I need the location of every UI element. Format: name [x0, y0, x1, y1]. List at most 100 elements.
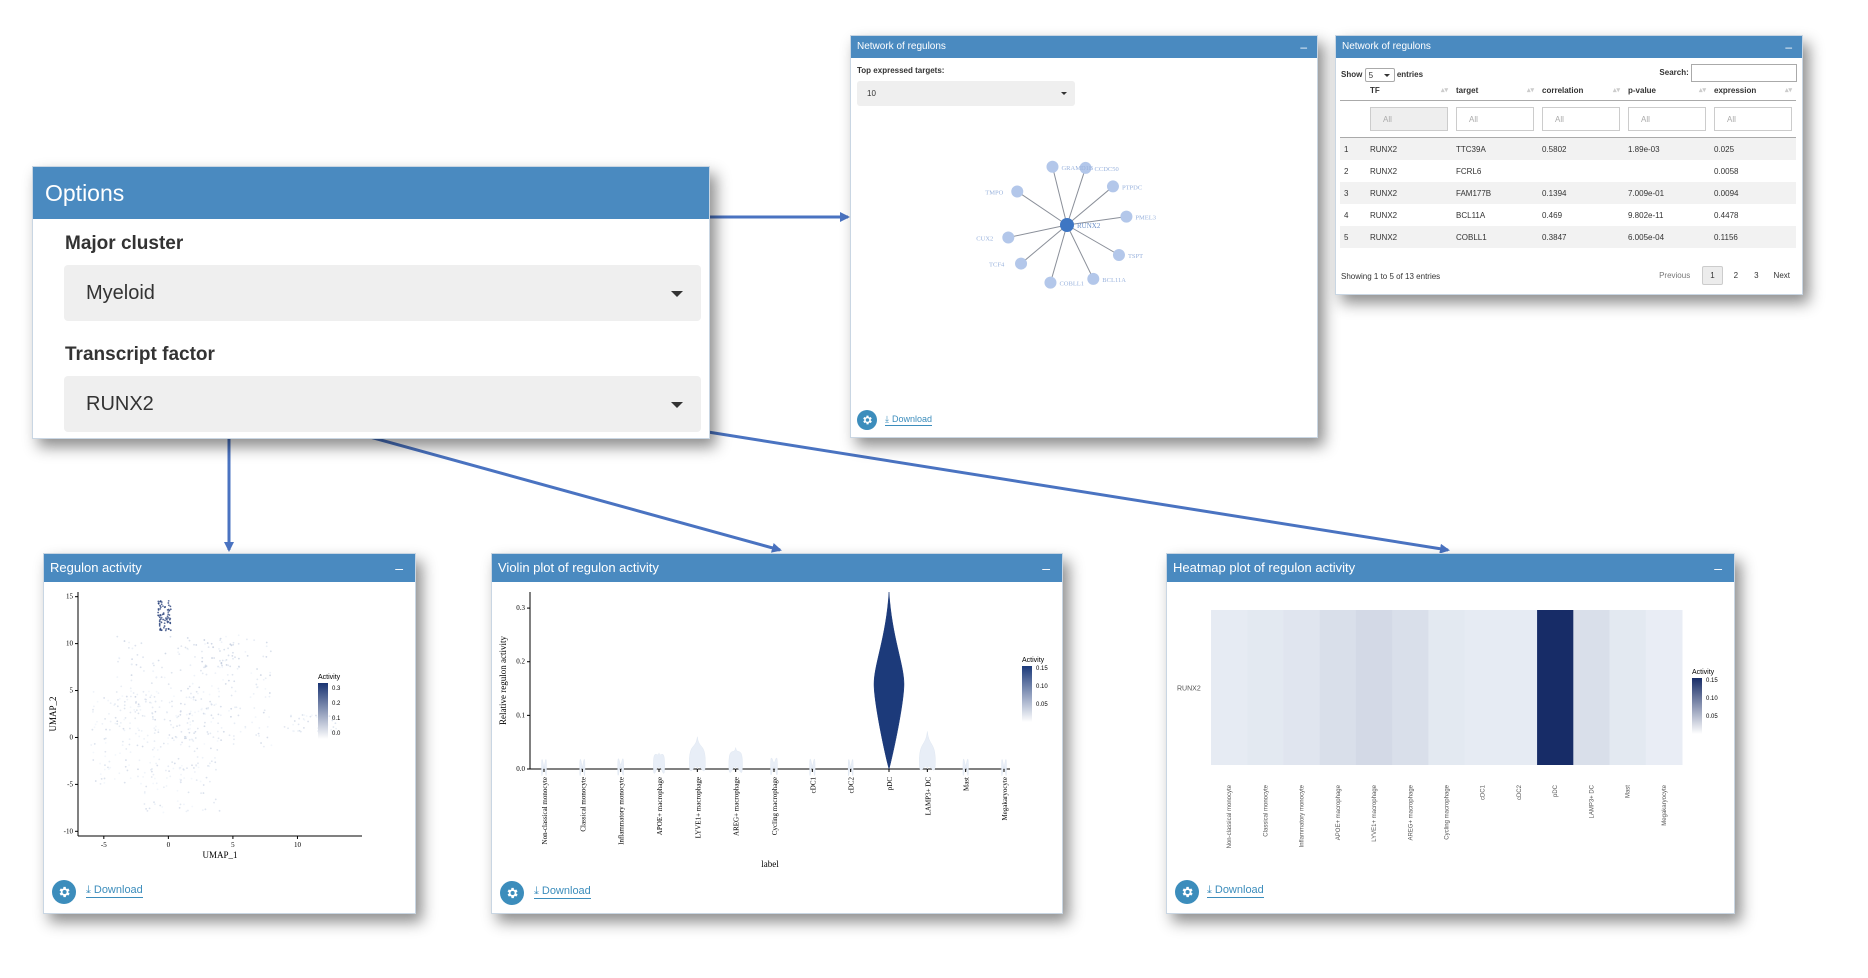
settings-button[interactable]	[500, 881, 524, 905]
settings-button[interactable]	[1175, 880, 1199, 904]
scatter-point	[201, 660, 204, 663]
page-button-2[interactable]: 2	[1729, 267, 1743, 284]
options-header: Options	[33, 167, 709, 219]
column-header-pvalue[interactable]: p-value ▴▾	[1624, 81, 1710, 101]
column-header-tf[interactable]: TF ▴▾	[1366, 81, 1452, 101]
filter-input-pvalue[interactable]: All	[1628, 107, 1706, 131]
major-cluster-label: Major cluster	[65, 233, 184, 254]
scatter-point	[129, 687, 132, 690]
next-button[interactable]: Next	[1770, 267, 1794, 284]
heatmap-cell	[1573, 610, 1611, 765]
scatter-point	[126, 769, 129, 772]
scatter-point	[164, 652, 167, 655]
y-tick-label: 0.1	[516, 711, 525, 719]
scatter-point	[145, 807, 148, 810]
scatter-point	[138, 735, 141, 738]
scatter-point	[212, 717, 215, 720]
scatter-point	[179, 710, 182, 712]
scatter-point	[215, 768, 217, 771]
collapse-button[interactable]: –	[1714, 554, 1722, 582]
scatter-point	[191, 714, 194, 717]
page-button-3[interactable]: 3	[1749, 267, 1763, 284]
scatter-point	[252, 692, 255, 695]
collapse-button[interactable]: –	[395, 554, 403, 582]
collapse-button[interactable]: –	[1785, 36, 1792, 58]
scatter-point	[183, 777, 186, 779]
table-row[interactable]: 2 RUNX2 FCRL6 0.0058	[1340, 160, 1796, 182]
heatmap-column-label: Cycling macrophage	[1445, 784, 1451, 839]
collapse-button[interactable]: –	[1300, 36, 1307, 58]
scatter-point	[123, 704, 126, 707]
scatter-point	[191, 682, 194, 685]
scatter-point	[201, 672, 204, 675]
scatter-point	[204, 721, 206, 724]
scatter-point	[141, 745, 144, 748]
filter-input-expression[interactable]: All	[1714, 107, 1792, 131]
page-button-1[interactable]: 1	[1702, 266, 1723, 285]
scatter-point	[154, 725, 157, 728]
scatter-point	[218, 809, 221, 812]
scatter-point	[264, 677, 267, 680]
table-row[interactable]: 5 RUNX2 COBLL1 0.3847 6.005e-04 0.1156	[1340, 226, 1796, 248]
scatter-point	[162, 626, 165, 629]
scatter-point	[129, 711, 132, 714]
scatter-point	[214, 757, 216, 759]
scatter-point	[130, 679, 133, 682]
scatter-point	[178, 724, 181, 727]
scatter-point	[262, 745, 265, 748]
download-button[interactable]: ⤓ Download	[86, 884, 143, 898]
scatter-point	[180, 764, 183, 767]
scatter-point	[246, 654, 249, 657]
table-row[interactable]: 1 RUNX2 TTC39A 0.5802 1.89e-03 0.025	[1340, 137, 1796, 160]
previous-button[interactable]: Previous	[1653, 267, 1696, 284]
scatter-point	[156, 788, 159, 791]
x-tick-label: cDC2	[848, 777, 856, 794]
scatter-point	[154, 803, 156, 806]
top-targets-select[interactable]: 10	[857, 81, 1075, 106]
collapse-button[interactable]: –	[1042, 554, 1050, 582]
table-row[interactable]: 4 RUNX2 BCL11A 0.469 9.802e-11 0.4478	[1340, 204, 1796, 226]
scatter-point	[157, 659, 160, 662]
scatter-point	[262, 655, 265, 658]
scatter-point	[177, 651, 180, 654]
search-input[interactable]	[1691, 64, 1797, 82]
transcript-factor-select[interactable]: RUNX2	[64, 376, 701, 432]
scatter-point	[231, 673, 234, 676]
download-icon: ⤓	[1207, 884, 1212, 896]
heatmap-column-label: pDC	[1553, 784, 1559, 797]
sort-icon: ▴▾	[1440, 87, 1448, 94]
scatter-point	[172, 767, 175, 770]
filter-input-target[interactable]: All	[1456, 107, 1534, 131]
scatter-point	[214, 761, 217, 764]
download-button[interactable]: ⤓ Download	[1207, 884, 1264, 898]
scatter-point	[227, 654, 230, 657]
scatter-point	[192, 720, 194, 722]
search-control: Search:	[1659, 64, 1797, 82]
violin-shape	[962, 758, 969, 776]
column-header-target[interactable]: target ▴▾	[1452, 81, 1538, 101]
major-cluster-select[interactable]: Myeloid	[64, 265, 701, 321]
scatter-point	[198, 686, 201, 689]
scatter-point	[203, 743, 206, 745]
entries-select[interactable]: 5	[1364, 68, 1395, 82]
scatter-point	[179, 743, 182, 746]
scatter-point	[200, 792, 202, 795]
filter-input-correlation[interactable]: All	[1542, 107, 1620, 131]
settings-button[interactable]	[52, 880, 76, 904]
network-node	[1002, 231, 1015, 244]
settings-button[interactable]	[857, 410, 877, 430]
sort-icon: ▴▾	[1526, 87, 1534, 94]
scatter-point	[136, 693, 139, 696]
scatter-point	[163, 718, 166, 721]
scatter-point	[104, 764, 106, 767]
scatter-point	[192, 696, 195, 698]
download-button[interactable]: ⤓ Download	[885, 414, 933, 426]
scatter-point	[181, 741, 183, 744]
column-header-correlation[interactable]: correlation ▴▾	[1538, 81, 1624, 101]
legend-title: Activity	[1022, 657, 1045, 664]
scatter-point	[212, 736, 215, 739]
table-row[interactable]: 3 RUNX2 FAM177B 0.1394 7.009e-01 0.0094	[1340, 182, 1796, 204]
download-button[interactable]: ⤓ Download	[534, 885, 591, 899]
column-header-expression[interactable]: expression ▴▾	[1710, 81, 1796, 101]
gear-icon	[863, 415, 872, 425]
